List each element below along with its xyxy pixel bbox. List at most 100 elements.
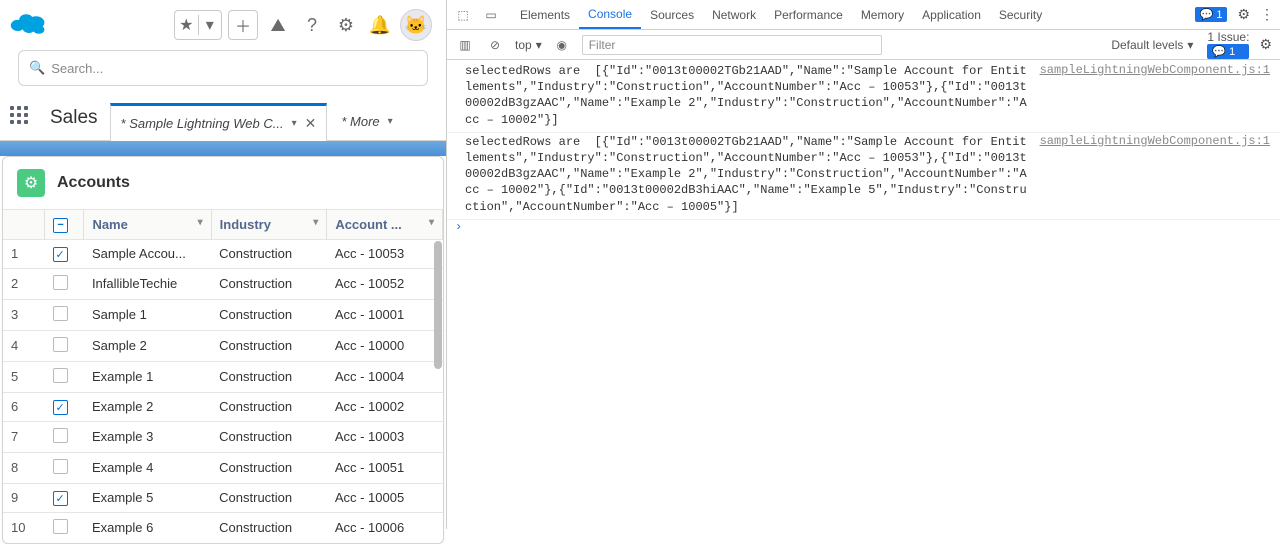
row-checkbox[interactable] [45, 452, 84, 483]
search-icon: 🔍 [29, 60, 45, 76]
sidebar-toggle-icon[interactable]: ▥ [455, 35, 475, 55]
cell-name: Example 6 [84, 512, 211, 543]
row-checkbox[interactable] [45, 421, 84, 452]
app-launcher-icon[interactable] [10, 106, 34, 130]
accounts-card: ⚙ Accounts − Name▾ Industry▾ Account ...… [2, 156, 444, 544]
inspect-icon[interactable]: ⬚ [453, 5, 473, 25]
row-checkbox[interactable] [45, 268, 84, 299]
console-log-entry[interactable]: selectedRows are [{"Id":"0013t00002TGb21… [447, 133, 1280, 220]
chevron-down-icon: ▾ [198, 217, 203, 228]
cell-account: Acc - 10001 [327, 299, 443, 330]
avatar[interactable]: 🐱 [400, 9, 432, 41]
live-expression-icon[interactable]: ◉ [552, 35, 572, 55]
cell-account: Acc - 10004 [327, 361, 443, 392]
issues-link[interactable]: 1 Issue: 💬1 [1207, 30, 1249, 59]
table-row[interactable]: 3Sample 1ConstructionAcc - 10001 [3, 299, 443, 330]
cell-name: Example 1 [84, 361, 211, 392]
device-toggle-icon[interactable]: ▭ [481, 5, 501, 25]
console-prompt[interactable]: › [447, 220, 1280, 234]
log-message: selectedRows are [{"Id":"0013t00002TGb21… [465, 63, 1028, 128]
favorites-button[interactable]: ★▾ [174, 10, 222, 40]
row-checkbox[interactable]: ✓ [45, 239, 84, 268]
cell-industry: Construction [211, 330, 327, 361]
cell-name: Example 5 [84, 483, 211, 512]
table-row[interactable]: 8Example 4ConstructionAcc - 10051 [3, 452, 443, 483]
cell-industry: Construction [211, 512, 327, 543]
table-row[interactable]: 7Example 3ConstructionAcc - 10003 [3, 421, 443, 452]
tab-sample-lwc[interactable]: * Sample Lightning Web C... ▾ ✕ [110, 103, 328, 141]
scrollbar-thumb[interactable] [434, 241, 442, 369]
cell-account: Acc - 10006 [327, 512, 443, 543]
table-row[interactable]: 4Sample 2ConstructionAcc - 10000 [3, 330, 443, 361]
messages-badge[interactable]: 💬1 [1195, 7, 1228, 22]
devtools-tab-elements[interactable]: Elements [511, 0, 579, 29]
log-source-link[interactable]: sampleLightningWebComponent.js:1 [1028, 134, 1270, 215]
col-name-header[interactable]: Name▾ [84, 210, 211, 240]
component-icon: ⚙ [17, 169, 45, 197]
devtools-tab-network[interactable]: Network [703, 0, 765, 29]
row-number: 10 [3, 512, 45, 543]
chevron-down-icon: ▾ [429, 217, 434, 228]
console-log-entry[interactable]: selectedRows are [{"Id":"0013t00002TGb21… [447, 62, 1280, 133]
devtools-tab-application[interactable]: Application [913, 0, 990, 29]
clear-console-icon[interactable]: ⊘ [485, 35, 505, 55]
cell-industry: Construction [211, 392, 327, 421]
filter-input[interactable]: Filter [582, 35, 882, 55]
trailhead-icon[interactable]: ⛰ [264, 11, 292, 39]
col-select-header[interactable]: − [45, 210, 84, 240]
cell-industry: Construction [211, 268, 327, 299]
col-account-header[interactable]: Account ...▾ [327, 210, 443, 240]
row-number: 6 [3, 392, 45, 421]
col-rownum [3, 210, 45, 240]
row-checkbox[interactable] [45, 512, 84, 543]
cell-name: Example 2 [84, 392, 211, 421]
tab-more[interactable]: * More ▾ [331, 102, 402, 140]
row-checkbox[interactable] [45, 330, 84, 361]
cell-account: Acc - 10052 [327, 268, 443, 299]
console-settings-icon[interactable]: ⚙ [1259, 36, 1272, 53]
chevron-down-icon: ▾ [199, 15, 222, 35]
chat-icon: 💬 [1212, 45, 1226, 58]
cell-account: Acc - 10053 [327, 239, 443, 268]
devtools-tab-sources[interactable]: Sources [641, 0, 703, 29]
chevron-down-icon[interactable]: ▾ [388, 116, 393, 127]
cell-account: Acc - 10000 [327, 330, 443, 361]
tab-label: * Sample Lightning Web C... [121, 116, 284, 131]
search-input[interactable]: 🔍 Search... [18, 50, 428, 86]
table-row[interactable]: 9✓Example 5ConstructionAcc - 10005 [3, 483, 443, 512]
chevron-down-icon: ▾ [536, 38, 542, 52]
chevron-down-icon: ▾ [313, 217, 318, 228]
devtools-tab-security[interactable]: Security [990, 0, 1051, 29]
table-row[interactable]: 1✓Sample Accou...ConstructionAcc - 10053 [3, 239, 443, 268]
devtools-tab-console[interactable]: Console [579, 0, 641, 29]
row-checkbox[interactable] [45, 299, 84, 330]
table-row[interactable]: 6✓Example 2ConstructionAcc - 10002 [3, 392, 443, 421]
close-icon[interactable]: ✕ [305, 115, 317, 132]
log-source-link[interactable]: sampleLightningWebComponent.js:1 [1028, 63, 1270, 128]
cell-industry: Construction [211, 239, 327, 268]
card-title: Accounts [57, 174, 130, 192]
help-icon[interactable]: ? [298, 11, 326, 39]
devtools-tab-performance[interactable]: Performance [765, 0, 852, 29]
log-levels-selector[interactable]: Default levels ▾ [1111, 38, 1193, 52]
table-row[interactable]: 5Example 1ConstructionAcc - 10004 [3, 361, 443, 392]
row-checkbox[interactable] [45, 361, 84, 392]
context-selector[interactable]: top ▾ [515, 38, 542, 52]
devtools-tab-memory[interactable]: Memory [852, 0, 913, 29]
row-number: 2 [3, 268, 45, 299]
bell-icon[interactable]: 🔔 [366, 11, 394, 39]
gear-icon[interactable]: ⚙ [332, 11, 360, 39]
global-header: ★▾ ＋ ⛰ ? ⚙ 🔔 🐱 [0, 0, 446, 50]
col-industry-header[interactable]: Industry▾ [211, 210, 327, 240]
row-checkbox[interactable]: ✓ [45, 392, 84, 421]
row-checkbox[interactable]: ✓ [45, 483, 84, 512]
salesforce-pane: ★▾ ＋ ⛰ ? ⚙ 🔔 🐱 🔍 Search... Sales * Sampl… [0, 0, 446, 529]
table-row[interactable]: 2InfallibleTechieConstructionAcc - 10052 [3, 268, 443, 299]
table-row[interactable]: 10 Example 6ConstructionAcc - 10006 [3, 512, 443, 543]
chevron-down-icon[interactable]: ▾ [292, 118, 297, 129]
cell-account: Acc - 10051 [327, 452, 443, 483]
add-button[interactable]: ＋ [228, 10, 258, 40]
cell-account: Acc - 10005 [327, 483, 443, 512]
settings-icon[interactable]: ⚙ [1237, 6, 1250, 23]
kebab-icon[interactable]: ⋮ [1260, 6, 1274, 23]
